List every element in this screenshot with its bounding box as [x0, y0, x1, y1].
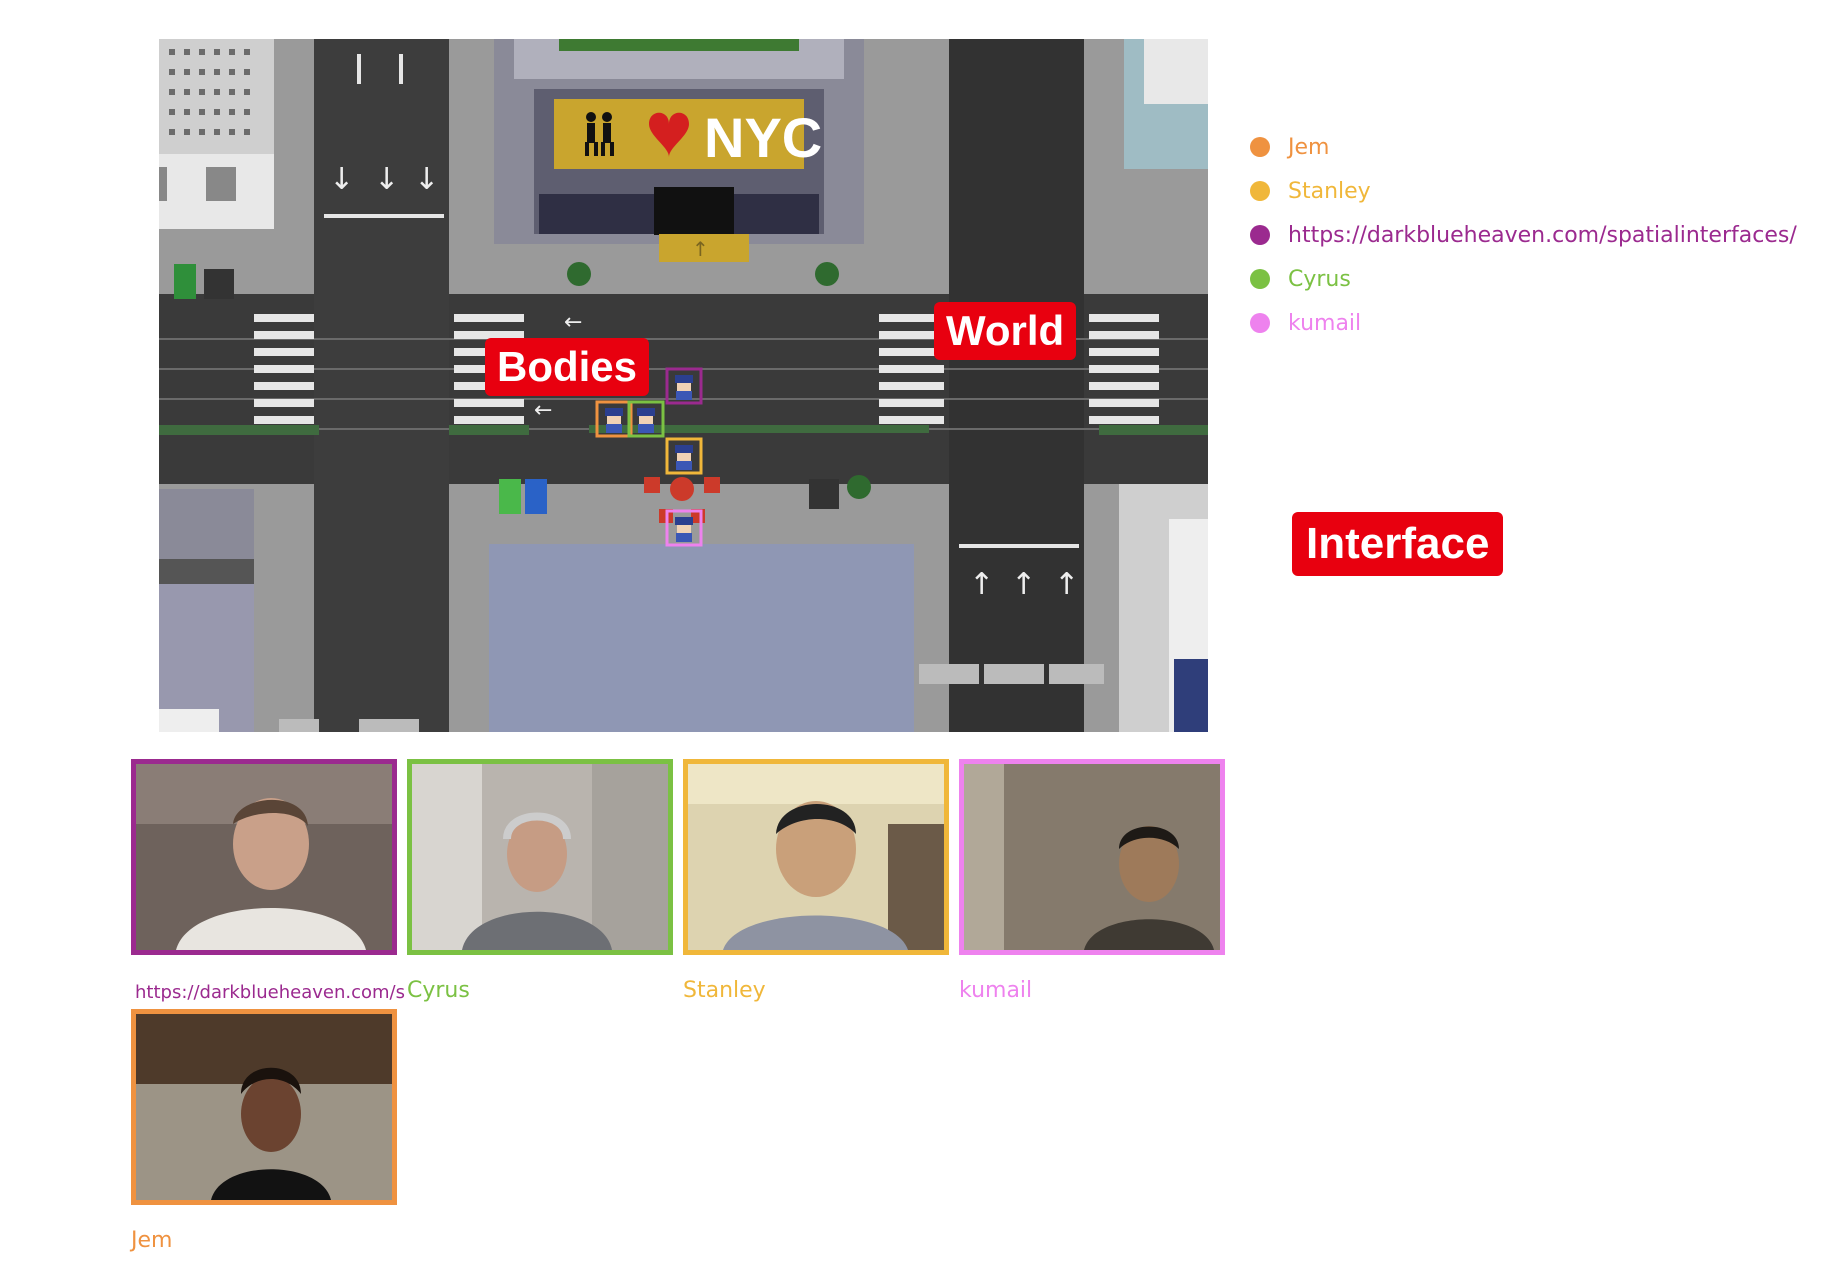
video-tile-label: Stanley [683, 978, 766, 1003]
bodies-callout: Bodies [485, 338, 650, 396]
gray-bin [204, 269, 234, 299]
user-name: Stanley [1288, 178, 1371, 204]
svg-text:↓: ↓ [414, 162, 439, 197]
user-color-dot [1250, 313, 1270, 333]
user-name: kumail [1288, 310, 1362, 336]
participant-video [136, 764, 392, 950]
user-list: Jem Stanley https://darkblueheaven.com/s… [1250, 125, 1797, 345]
right-avenue [949, 39, 1084, 732]
user-name: Jem [1288, 134, 1330, 160]
svg-text:↓: ↓ [374, 162, 399, 197]
participant-video [964, 764, 1220, 950]
video-tile[interactable] [959, 759, 1225, 955]
participant-video [136, 1014, 392, 1200]
svg-text:↑: ↑ [692, 237, 709, 261]
participant-video [412, 764, 668, 950]
video-tile[interactable] [131, 1009, 397, 1205]
svg-text:↓: ↓ [329, 162, 354, 197]
video-tile-label: Jem [131, 1228, 173, 1253]
video-tile-label: Cyrus [407, 978, 470, 1003]
user-list-item[interactable]: Cyrus [1250, 257, 1797, 301]
plaza [489, 544, 914, 732]
svg-text:←: ← [564, 310, 582, 335]
left-avenue [314, 39, 449, 732]
interface-callout: Interface [1292, 512, 1504, 576]
svg-text:↑: ↑ [969, 567, 994, 602]
video-tile-label: https://darkblueheaven.com/s [135, 982, 405, 1003]
user-list-item[interactable]: kumail [1250, 301, 1797, 345]
video-tile[interactable] [683, 759, 949, 955]
user-list-item[interactable]: https://darkblueheaven.com/spatialinterf… [1250, 213, 1797, 257]
participant-video [688, 764, 944, 950]
user-name: Cyrus [1288, 266, 1351, 292]
svg-text:←: ← [534, 398, 552, 423]
svg-text:↑: ↑ [1054, 567, 1079, 602]
user-color-dot [1250, 269, 1270, 289]
user-color-dot [1250, 181, 1270, 201]
video-tile-label: kumail [959, 978, 1033, 1003]
user-list-item[interactable]: Stanley [1250, 169, 1797, 213]
user-color-dot [1250, 137, 1270, 157]
world-map[interactable]: ← ← ↓ ↓ ↓ ↑ ↑ ↑ NYC ↑ [159, 39, 1208, 732]
video-tile[interactable] [407, 759, 673, 955]
sign-text: NYC [704, 106, 822, 169]
map-canvas: ← ← ↓ ↓ ↓ ↑ ↑ ↑ NYC ↑ [159, 39, 1208, 732]
video-tile[interactable] [131, 759, 397, 955]
user-name: https://darkblueheaven.com/spatialinterf… [1288, 222, 1797, 248]
world-callout: World [934, 302, 1077, 360]
green-bin [174, 264, 196, 299]
svg-text:↑: ↑ [1011, 567, 1036, 602]
user-list-item[interactable]: Jem [1250, 125, 1797, 169]
user-color-dot [1250, 225, 1270, 245]
